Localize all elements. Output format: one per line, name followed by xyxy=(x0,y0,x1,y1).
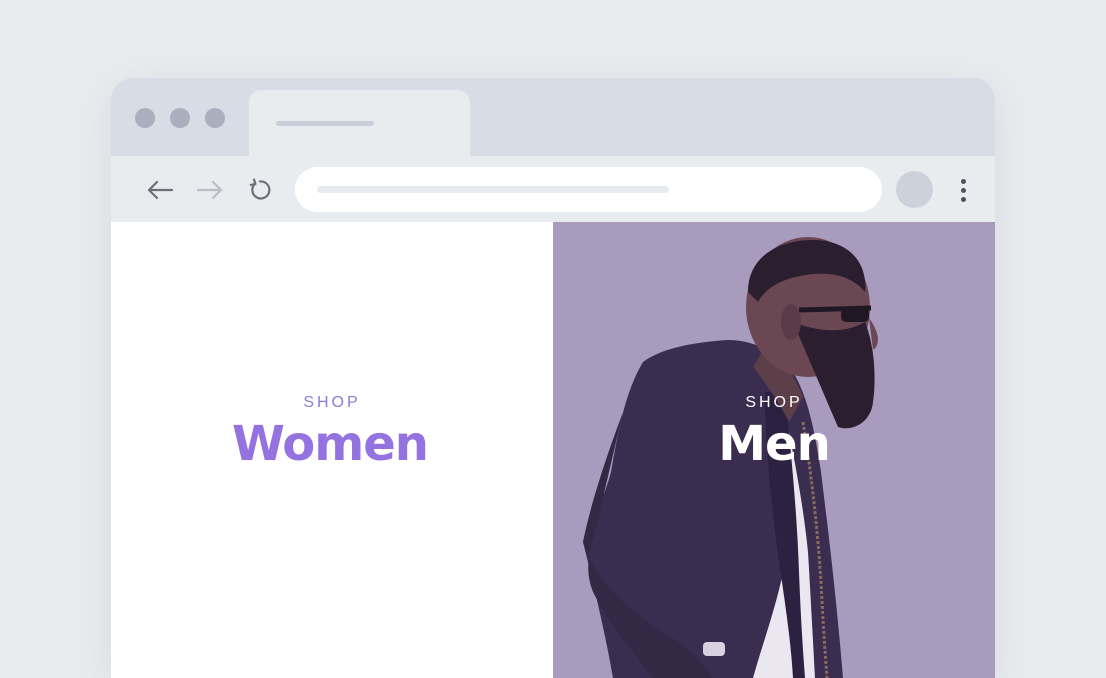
shop-men-eyebrow: SHOP xyxy=(745,394,803,411)
window-close-button[interactable] xyxy=(135,108,155,128)
shop-women-panel[interactable]: SHOP Women xyxy=(111,222,553,678)
back-button[interactable] xyxy=(143,173,177,207)
shop-women-eyebrow: SHOP xyxy=(303,394,361,411)
window-minimize-button[interactable] xyxy=(170,108,190,128)
arrow-right-icon xyxy=(196,180,223,200)
browser-tab[interactable] xyxy=(249,90,470,156)
reload-button[interactable] xyxy=(243,173,277,207)
address-bar[interactable] xyxy=(295,167,882,212)
page-content: SHOP Women SHOP Men xyxy=(111,222,995,678)
shop-men-title[interactable]: Men xyxy=(553,416,995,472)
shop-women-title[interactable]: Women xyxy=(111,416,551,472)
reload-icon xyxy=(249,178,271,200)
kebab-menu-icon-dot xyxy=(960,187,966,193)
kebab-menu-icon-dot xyxy=(960,196,966,202)
tab-bar xyxy=(111,78,995,156)
kebab-menu-icon xyxy=(960,178,966,184)
shop-men-panel[interactable]: SHOP Men xyxy=(553,222,995,678)
browser-menu-button[interactable] xyxy=(951,173,975,207)
window-maximize-button[interactable] xyxy=(205,108,225,128)
browser-toolbar xyxy=(111,156,995,222)
url-placeholder xyxy=(317,186,669,193)
tab-title-placeholder xyxy=(276,121,374,126)
forward-button[interactable] xyxy=(193,173,227,207)
browser-window: SHOP Women SHOP Men xyxy=(111,78,995,678)
profile-avatar[interactable] xyxy=(896,171,933,208)
arrow-left-icon xyxy=(147,180,174,200)
